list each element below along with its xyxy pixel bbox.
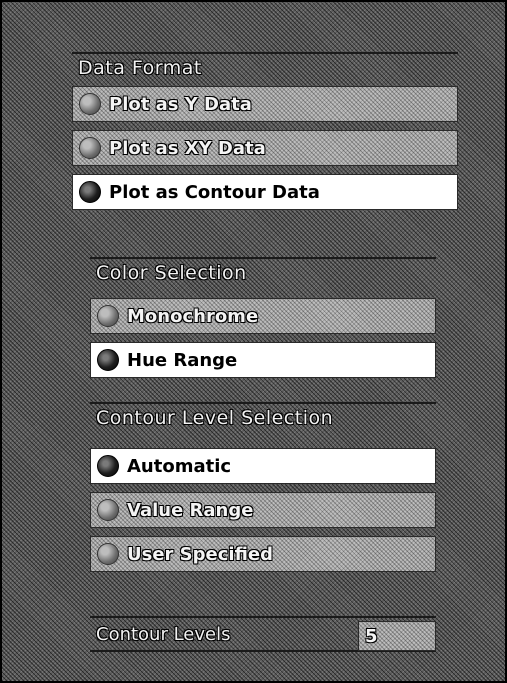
radio-unselected-icon[interactable] (97, 543, 119, 565)
option-label: Monochrome (127, 305, 259, 327)
option-label: Value Range (127, 499, 254, 521)
option-label: Hue Range (127, 349, 238, 371)
option-user-specified[interactable]: User Specified (90, 536, 436, 572)
radio-unselected-icon[interactable] (97, 305, 119, 327)
plot-options-panel: Data Format Plot as Y Data Plot as XY Da… (0, 0, 507, 683)
option-label: User Specified (127, 543, 274, 565)
data-format-title: Data Format (72, 52, 458, 82)
radio-selected-icon[interactable] (97, 349, 119, 371)
radio-selected-icon[interactable] (97, 455, 119, 477)
radio-unselected-icon[interactable] (97, 499, 119, 521)
radio-unselected-icon[interactable] (79, 93, 101, 115)
option-plot-as-y-data[interactable]: Plot as Y Data (72, 86, 458, 122)
contour-levels-row: Contour Levels 5 (90, 616, 436, 652)
radio-unselected-icon[interactable] (79, 137, 101, 159)
option-hue-range[interactable]: Hue Range (90, 342, 436, 378)
option-label: Plot as Y Data (109, 93, 252, 115)
radio-selected-icon[interactable] (79, 181, 101, 203)
option-plot-as-contour-data[interactable]: Plot as Contour Data (72, 174, 458, 210)
option-plot-as-xy-data[interactable]: Plot as XY Data (72, 130, 458, 166)
option-monochrome[interactable]: Monochrome (90, 298, 436, 334)
option-automatic[interactable]: Automatic (90, 448, 436, 484)
option-value-range[interactable]: Value Range (90, 492, 436, 528)
color-selection-title: Color Selection (90, 257, 436, 287)
contour-levels-input[interactable]: 5 (358, 621, 436, 651)
contour-levels-label: Contour Levels (96, 623, 231, 645)
option-label: Plot as XY Data (109, 137, 266, 159)
contour-level-selection-title: Contour Level Selection (90, 402, 436, 432)
option-label: Plot as Contour Data (109, 181, 320, 203)
option-label: Automatic (127, 455, 232, 477)
